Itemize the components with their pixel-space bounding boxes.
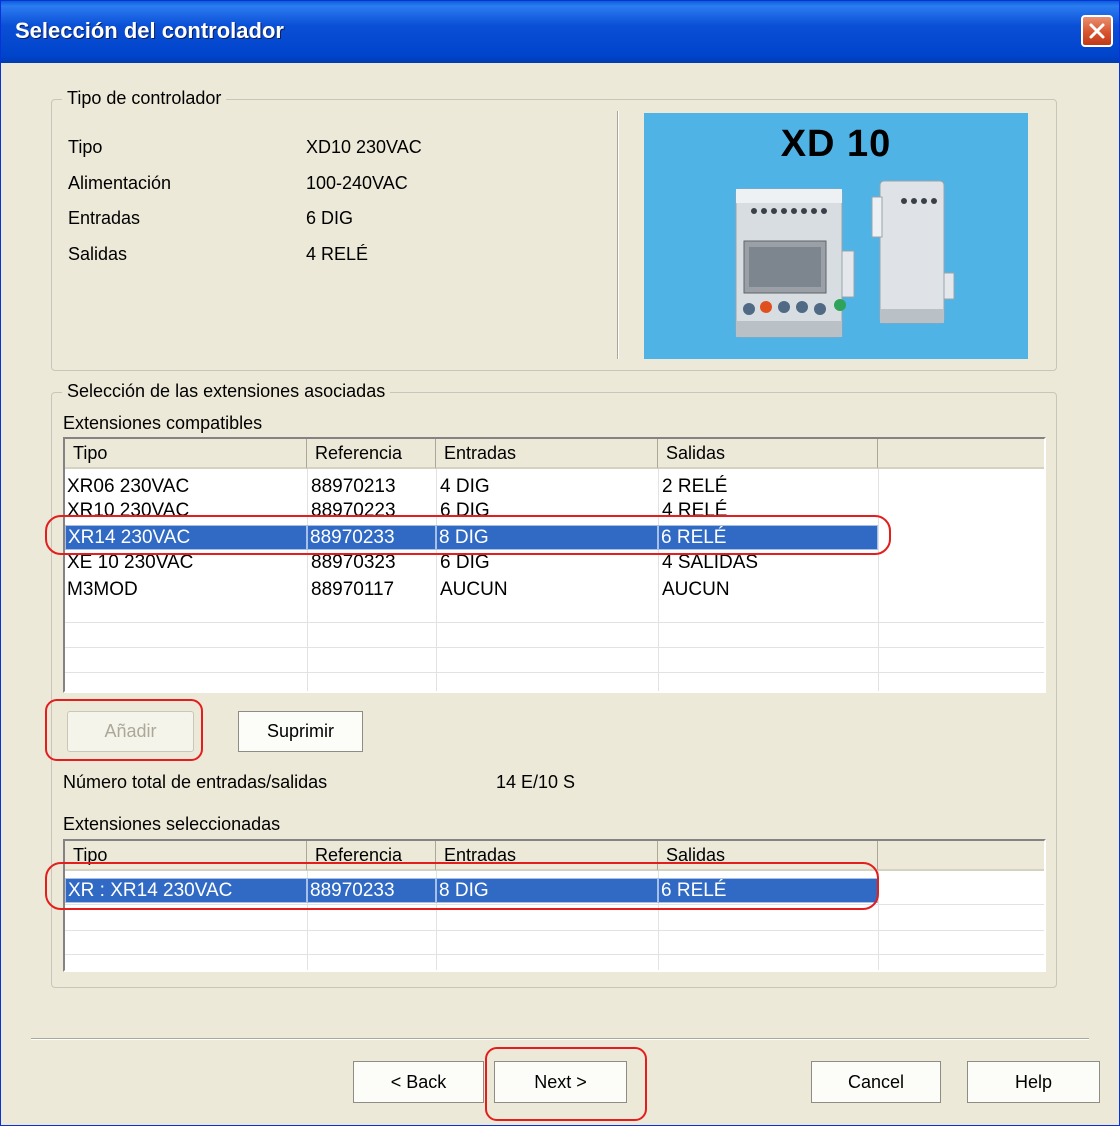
column-header-entradas[interactable]: Entradas (436, 439, 658, 469)
grid-line (307, 469, 308, 691)
power-label: Alimentación (68, 173, 172, 193)
column-header-salidas[interactable]: Salidas (658, 439, 878, 469)
cell-tipo: XR14 230VAC (65, 525, 307, 550)
type-value: XD10 230VAC (306, 137, 422, 157)
column-header-entradas[interactable]: Entradas (436, 841, 658, 871)
compatible-extensions-list[interactable]: Tipo Referencia Entradas Salidas XR06 23… (63, 437, 1046, 693)
cell-tipo: M3MOD (67, 579, 138, 600)
cell-referencia: 88970233 (307, 878, 436, 903)
grid-line (878, 469, 879, 691)
outputs-label: Salidas (68, 244, 128, 264)
column-header-referencia[interactable]: Referencia (307, 439, 436, 469)
grid-line (658, 469, 659, 691)
cell-referencia: 88970323 (311, 552, 396, 573)
cell-tipo: XR06 230VAC (67, 476, 190, 497)
window-title: Selección del controlador (15, 18, 284, 43)
grid-line (65, 904, 1044, 905)
grid-line (878, 871, 879, 970)
total-io-value: 14 E/10 S (496, 772, 576, 792)
grid-line (436, 469, 437, 691)
grid-line (65, 930, 1044, 931)
cell-entradas: 8 DIG (436, 878, 658, 903)
controller-separator (617, 111, 619, 359)
column-header-salidas[interactable]: Salidas (658, 841, 878, 871)
type-label: Tipo (68, 137, 103, 157)
column-header-referencia[interactable]: Referencia (307, 841, 436, 871)
controller-type-legend: Tipo de controlador (62, 88, 227, 109)
help-button[interactable]: Help (967, 1061, 1100, 1103)
cell-referencia: 88970223 (311, 500, 396, 521)
controller-selection-dialog: Selección del controlador Tipo de contro… (0, 0, 1120, 1126)
extensions-legend: Selección de las extensiones asociadas (62, 381, 391, 402)
title-bar: Selección del controlador (1, 1, 1119, 63)
grid-line (65, 672, 1044, 673)
cell-tipo: XR10 230VAC (67, 500, 190, 521)
cell-entradas: 8 DIG (436, 525, 658, 550)
controller-device-illustration (735, 180, 955, 338)
cell-entradas: 6 DIG (440, 500, 490, 521)
column-header-tipo[interactable]: Tipo (65, 841, 307, 871)
cell-salidas: 2 RELÉ (662, 476, 728, 497)
compatible-extensions-label: Extensiones compatibles (63, 413, 263, 433)
next-button[interactable]: Next > (494, 1061, 627, 1103)
outputs-value: 4 RELÉ (306, 244, 369, 264)
close-icon (1089, 23, 1105, 39)
selected-extensions-label: Extensiones seleccionadas (63, 814, 281, 834)
remove-button[interactable]: Suprimir (238, 711, 363, 752)
cell-entradas: 6 DIG (440, 552, 490, 573)
column-header-empty (878, 841, 1044, 871)
cell-salidas: 6 RELÉ (658, 878, 878, 903)
column-header-tipo[interactable]: Tipo (65, 439, 307, 469)
selected-extensions-list[interactable]: Tipo Referencia Entradas Salidas XR : XR… (63, 839, 1046, 972)
back-button[interactable]: < Back (353, 1061, 484, 1103)
cell-referencia: 88970117 (311, 579, 395, 600)
cell-salidas: AUCUN (662, 579, 730, 600)
inputs-label: Entradas (68, 208, 141, 228)
close-button[interactable] (1081, 15, 1113, 47)
cell-salidas: 4 SALIDAS (662, 552, 759, 573)
power-value: 100-240VAC (306, 173, 408, 193)
grid-line (65, 622, 1044, 623)
cell-referencia: 88970213 (311, 476, 396, 497)
grid-line (65, 954, 1044, 955)
footer-divider (31, 1038, 1089, 1040)
total-io-label: Número total de entradas/salidas (63, 772, 328, 792)
cell-tipo: XR : XR14 230VAC (65, 878, 307, 903)
column-header-empty (878, 439, 1044, 469)
cell-salidas: 6 RELÉ (658, 525, 878, 550)
add-button[interactable]: Añadir (67, 711, 194, 752)
cell-referencia: 88970233 (307, 525, 436, 550)
cell-salidas: 4 RELÉ (662, 500, 728, 521)
cancel-button[interactable]: Cancel (811, 1061, 941, 1103)
controller-product-image: XD 10 (644, 113, 1028, 359)
cell-entradas: AUCUN (440, 579, 508, 600)
grid-line (65, 647, 1044, 648)
inputs-value: 6 DIG (306, 208, 354, 228)
cell-tipo: XE 10 230VAC (67, 552, 194, 573)
cell-entradas: 4 DIG (440, 476, 490, 497)
